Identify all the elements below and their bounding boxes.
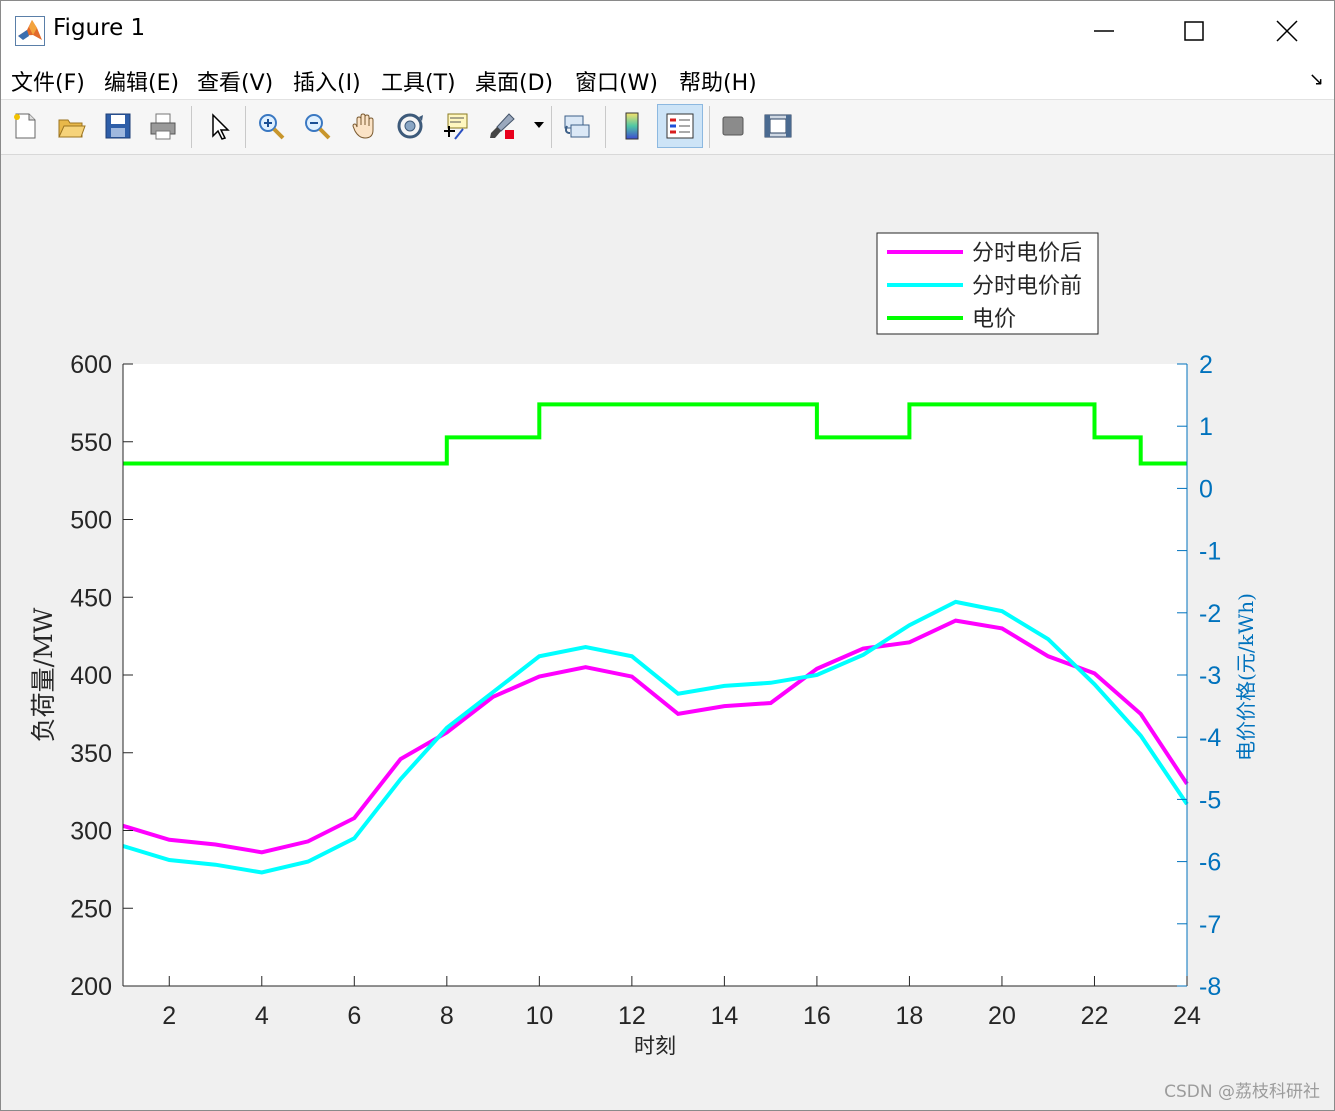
pan-hand-icon[interactable] bbox=[346, 108, 382, 144]
y-right-tick-label: 2 bbox=[1199, 351, 1213, 379]
y-right-tick-label: -4 bbox=[1199, 724, 1221, 752]
close-button[interactable] bbox=[1241, 1, 1333, 61]
menu-bar: 文件(F) 编辑(E) 查看(V) 插入(I) 工具(T) 桌面(D) 窗口(W… bbox=[1, 61, 1334, 99]
series-line-1 bbox=[122, 618, 1189, 855]
menu-file[interactable]: 文件(F) bbox=[11, 65, 85, 97]
data-cursor-icon[interactable] bbox=[438, 108, 474, 144]
minimize-button[interactable] bbox=[1058, 1, 1150, 61]
hide-plot-tools-icon[interactable] bbox=[715, 108, 751, 144]
x-axis-label: 时刻 bbox=[634, 1034, 676, 1058]
close-icon bbox=[1276, 20, 1298, 42]
title-bar: Figure 1 bbox=[1, 1, 1334, 61]
y-right-tick-label: 1 bbox=[1199, 413, 1213, 441]
menu-insert[interactable]: 插入(I) bbox=[293, 65, 361, 97]
y-tick-label: 400 bbox=[70, 662, 112, 690]
save-icon[interactable] bbox=[100, 108, 136, 144]
watermark: CSDN @荔枝科研社 bbox=[1164, 1082, 1320, 1102]
x-tick-label: 10 bbox=[525, 1002, 553, 1030]
toolbar-separator bbox=[245, 106, 246, 148]
toolbar-separator bbox=[709, 106, 710, 148]
toolbar-separator bbox=[191, 106, 192, 148]
zoom-in-icon[interactable] bbox=[253, 108, 289, 144]
y-right-tick-label: 0 bbox=[1199, 475, 1213, 503]
legend-label: 电价 bbox=[972, 307, 1016, 332]
zoom-out-icon[interactable] bbox=[299, 108, 335, 144]
toolbar-separator bbox=[605, 106, 606, 148]
y-right-tick-label: -1 bbox=[1199, 538, 1221, 566]
legend-icon[interactable] bbox=[657, 104, 703, 148]
y-right-tick-label: -3 bbox=[1199, 662, 1221, 690]
x-tick-label: 22 bbox=[1081, 1002, 1109, 1030]
y-right-tick-label: -5 bbox=[1199, 786, 1221, 814]
edit-plot-arrow-icon[interactable] bbox=[201, 108, 237, 144]
open-file-icon[interactable] bbox=[53, 108, 89, 144]
y-right-tick-label: -6 bbox=[1199, 849, 1221, 877]
x-tick-label: 4 bbox=[255, 1002, 269, 1030]
x-tick-label: 20 bbox=[988, 1002, 1016, 1030]
figure-canvas: 2 4 6 8 10 12 14 16 18 20 22 2420025030035040045050… bbox=[29, 232, 1258, 1058]
link-plot-icon[interactable] bbox=[559, 108, 595, 144]
y-tick-label: 600 bbox=[70, 351, 112, 379]
legend-label: 分时电价前 bbox=[972, 274, 1082, 299]
brush-dropdown-icon[interactable] bbox=[534, 122, 544, 128]
menu-tools[interactable]: 工具(T) bbox=[381, 65, 456, 97]
menu-edit[interactable]: 编辑(E) bbox=[104, 65, 179, 97]
x-tick-label: 14 bbox=[710, 1002, 738, 1030]
new-figure-icon[interactable] bbox=[7, 108, 43, 144]
menu-desktop[interactable]: 桌面(D) bbox=[475, 65, 553, 97]
toolbar-separator bbox=[551, 106, 552, 148]
window-title: Figure 1 bbox=[53, 15, 146, 41]
x-tick-label: 24 bbox=[1173, 1002, 1201, 1030]
y-axis-right-label: 电价价格(元/kWh) bbox=[1234, 593, 1258, 761]
y-right-tick-label: -7 bbox=[1199, 911, 1221, 939]
maximize-button[interactable] bbox=[1148, 1, 1240, 61]
figure-toolbar bbox=[1, 99, 1334, 155]
menu-help[interactable]: 帮助(H) bbox=[679, 65, 757, 97]
y-tick-label: 450 bbox=[70, 584, 112, 612]
colorbar-icon[interactable] bbox=[614, 108, 650, 144]
y-tick-label: 250 bbox=[70, 895, 112, 923]
y-right-tick-label: -8 bbox=[1199, 973, 1221, 1001]
series-line-3 bbox=[123, 402, 1187, 466]
dock-arrow-icon[interactable]: ↘ bbox=[1309, 69, 1324, 90]
y-right-tick-label: -2 bbox=[1199, 600, 1221, 628]
maximize-icon bbox=[1184, 21, 1204, 41]
y-tick-label: 200 bbox=[70, 973, 112, 1001]
y-tick-label: 500 bbox=[70, 507, 112, 535]
print-icon[interactable] bbox=[145, 108, 181, 144]
y-tick-label: 300 bbox=[70, 818, 112, 846]
x-tick-label: 8 bbox=[440, 1002, 454, 1030]
brush-icon[interactable] bbox=[484, 108, 520, 144]
series-line-2 bbox=[122, 599, 1189, 875]
x-tick-label: 16 bbox=[803, 1002, 831, 1030]
legend[interactable]: 分时电价后分时电价前电价 bbox=[876, 232, 1099, 335]
axes-background bbox=[123, 364, 1187, 986]
menu-view[interactable]: 查看(V) bbox=[197, 65, 273, 97]
legend-label: 分时电价后 bbox=[972, 241, 1082, 266]
rotate-3d-icon[interactable] bbox=[392, 108, 428, 144]
x-tick-label: 12 bbox=[618, 1002, 646, 1030]
x-tick-label: 2 bbox=[162, 1002, 176, 1030]
y-tick-label: 350 bbox=[70, 740, 112, 768]
figure-window: Figure 1 文件(F) 编辑(E) 查看(V) 插入(I) 工具(T) 桌… bbox=[0, 0, 1335, 1111]
minimize-icon bbox=[1094, 30, 1114, 32]
y-axis-label: 负荷量/MW bbox=[29, 607, 58, 742]
y-tick-label: 550 bbox=[70, 429, 112, 457]
x-tick-label: 18 bbox=[896, 1002, 924, 1030]
x-tick-label: 6 bbox=[347, 1002, 361, 1030]
show-plot-tools-icon[interactable] bbox=[760, 108, 796, 144]
menu-window[interactable]: 窗口(W) bbox=[575, 65, 658, 97]
matlab-logo-icon bbox=[15, 16, 45, 46]
